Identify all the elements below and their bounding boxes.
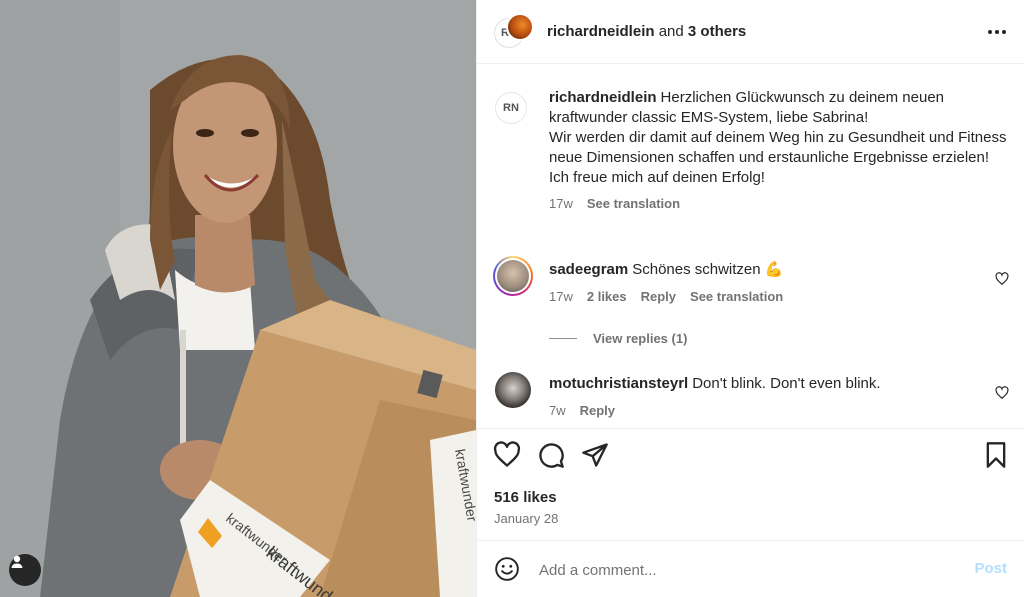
comment-see-translation[interactable]: See translation	[690, 289, 783, 304]
user-icon	[11, 555, 23, 568]
instagram-post-view: kraftwunder kraftwunder kraftwunder RN r…	[0, 0, 1024, 597]
post-caption: RN richardneidlein Herzlichen Glückwunsch…	[495, 88, 1015, 211]
view-replies-line	[549, 338, 577, 339]
comment-username[interactable]: motuchristiansteyrl	[549, 375, 688, 392]
collaborator-avatar[interactable]	[506, 13, 534, 41]
add-comment-bar: Post	[477, 540, 1024, 597]
post-comment-button[interactable]: Post	[974, 560, 1007, 577]
caption-meta: 17w See translation	[549, 196, 1015, 211]
flexed-biceps-emoji: 💪	[764, 261, 784, 278]
comments-scroll-area[interactable]: RN richardneidlein Herzlichen Glückwunsch…	[477, 64, 1024, 428]
comment-item: motuchristiansteyrl Don't blink. Don't ev…	[495, 372, 1015, 418]
caption-text: richardneidlein Herzlichen Glückwunsch zu…	[549, 88, 1015, 188]
comment-meta: 7w Reply	[549, 403, 1015, 418]
comment-meta: 17w 2 likes Reply See translation	[549, 289, 1015, 304]
commenter-avatar[interactable]	[493, 256, 533, 296]
comment-bubble-icon[interactable]	[537, 441, 565, 469]
caption-author-avatar[interactable]: RN	[495, 92, 527, 124]
like-heart-icon[interactable]	[493, 441, 521, 469]
share-send-icon[interactable]	[581, 441, 609, 469]
comment-text: motuchristiansteyrl Don't blink. Don't ev…	[549, 372, 1015, 394]
comment-time[interactable]: 17w	[549, 289, 573, 304]
emoji-smiley-icon[interactable]	[494, 556, 520, 582]
save-bookmark-icon[interactable]	[982, 441, 1010, 469]
author-username[interactable]: richardneidlein	[547, 23, 655, 40]
view-replies-label: View replies (1)	[593, 331, 688, 346]
photo-illustration: kraftwunder kraftwunder kraftwunder	[0, 0, 476, 597]
add-comment-input[interactable]	[537, 557, 961, 583]
comment-content: Don't blink. Don't even blink.	[692, 375, 881, 392]
more-horizontal-icon	[988, 30, 1006, 34]
caption-line-3: Ich freue mich auf deinen Erfolg!	[549, 169, 765, 186]
caption-logo-text: RN	[503, 102, 519, 114]
comment-item: sadeegram Schönes schwitzen 💪 17w 2 likes…	[493, 256, 1015, 304]
like-comment-heart-icon[interactable]	[995, 386, 1009, 400]
caption-username[interactable]: richardneidlein	[549, 89, 657, 106]
authors-and-text: and	[658, 23, 684, 40]
more-options-button[interactable]	[985, 22, 1009, 42]
comment-username[interactable]: sadeegram	[549, 261, 628, 278]
comment-content: Schönes schwitzen	[632, 261, 761, 278]
post-photo[interactable]: kraftwunder kraftwunder kraftwunder	[0, 0, 476, 597]
tagged-user-button[interactable]	[9, 554, 41, 586]
caption-see-translation[interactable]: See translation	[587, 196, 680, 211]
caption-line-2: Wir werden dir damit auf deinem Weg hin …	[549, 129, 1007, 166]
post-authors: richardneidlein and 3 others	[547, 23, 746, 40]
post-date[interactable]: January 28	[494, 511, 558, 526]
post-header: RN richardneidlein and 3 others	[477, 0, 1024, 64]
comment-likes[interactable]: 2 likes	[587, 289, 627, 304]
post-details-panel: RN richardneidlein and 3 others RN	[476, 0, 1024, 597]
comment-text: sadeegram Schönes schwitzen 💪	[549, 258, 1015, 280]
likes-count[interactable]: 516 likes	[494, 489, 557, 506]
caption-time[interactable]: 17w	[549, 196, 573, 211]
comment-time[interactable]: 7w	[549, 403, 566, 418]
view-replies-button[interactable]: View replies (1)	[549, 331, 687, 346]
comment-reply-button[interactable]: Reply	[641, 289, 676, 304]
like-comment-heart-icon[interactable]	[995, 272, 1009, 286]
commenter-avatar[interactable]	[495, 372, 531, 408]
comment-reply-button[interactable]: Reply	[580, 403, 615, 418]
others-link[interactable]: 3 others	[688, 23, 746, 40]
post-actions: 516 likes January 28	[477, 428, 1024, 540]
